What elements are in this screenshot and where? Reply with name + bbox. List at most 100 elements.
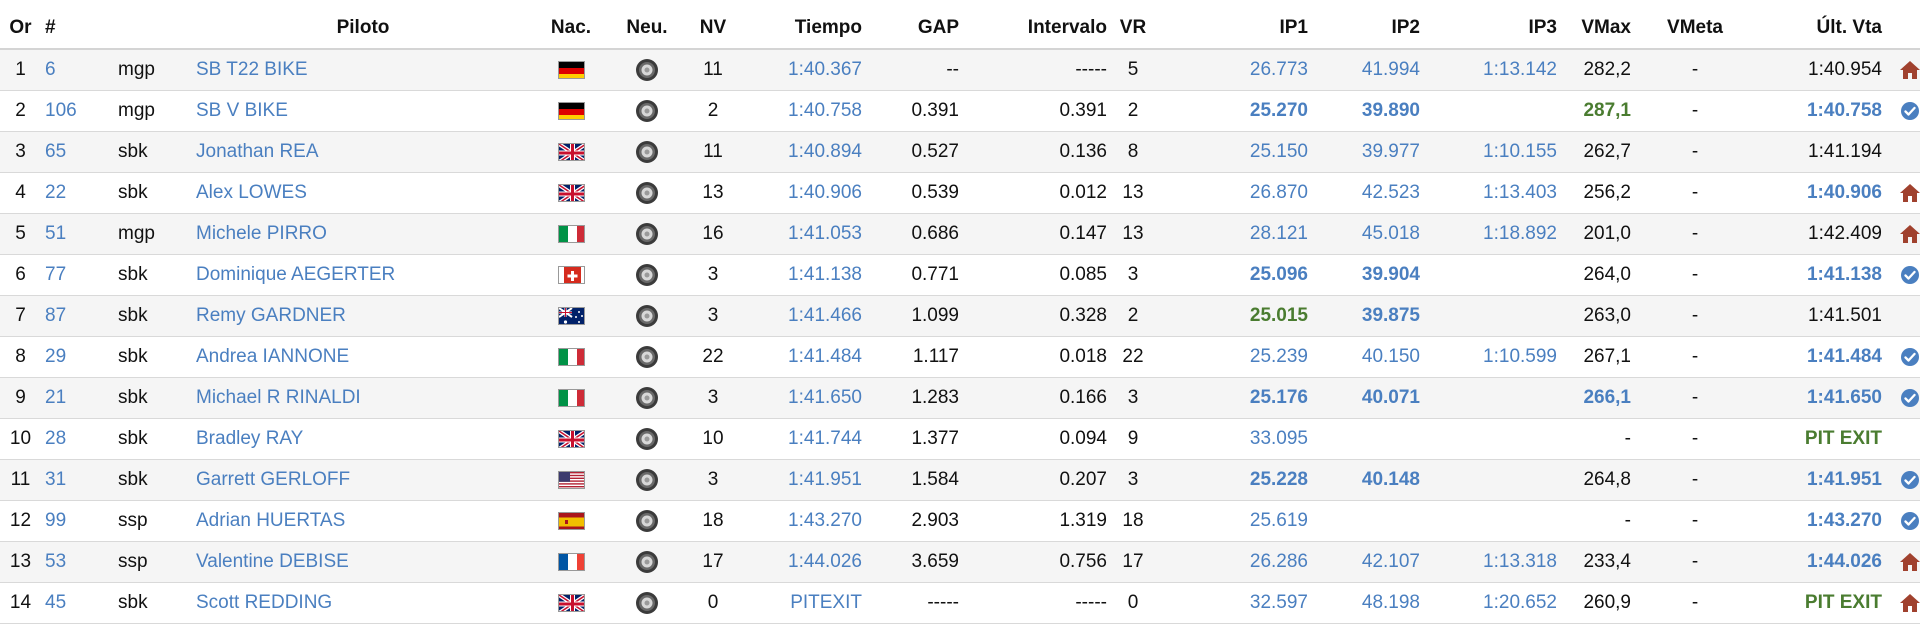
check-icon[interactable] [1899, 469, 1920, 490]
split-ip1-cell[interactable]: 25.619 [1151, 501, 1316, 542]
best-time-link[interactable]: 1:40.894 [740, 132, 870, 173]
check-icon[interactable] [1899, 510, 1920, 531]
rider-number-link[interactable]: 99 [41, 501, 114, 542]
split-ip1-cell[interactable]: 32.597 [1151, 583, 1316, 624]
split-ip1-cell[interactable]: 26.870 [1151, 173, 1316, 214]
split-ip2-cell[interactable]: 40.150 [1316, 337, 1428, 378]
best-time-link[interactable]: 1:41.466 [740, 296, 870, 337]
best-time-link[interactable]: 1:40.758 [740, 91, 870, 132]
header-last-lap[interactable]: Últ. Vta [1751, 8, 1890, 49]
pilot-name-link[interactable]: Garrett GERLOFF [192, 460, 534, 501]
check-icon[interactable] [1899, 100, 1920, 121]
table-row[interactable]: 677sbkDominique AEGERTER31:41.1380.7710.… [0, 255, 1920, 296]
split-ip2-cell[interactable] [1316, 501, 1428, 542]
status-icon-cell[interactable] [1890, 542, 1920, 583]
rider-number-link[interactable]: 29 [41, 337, 114, 378]
split-ip1-cell[interactable]: 25.176 [1151, 378, 1316, 419]
status-icon-cell[interactable] [1890, 49, 1920, 91]
rider-number-link[interactable]: 51 [41, 214, 114, 255]
split-ip2-cell[interactable]: 40.148 [1316, 460, 1428, 501]
status-icon-cell[interactable] [1890, 173, 1920, 214]
split-ip3-cell[interactable]: 1:13.142 [1428, 49, 1565, 91]
header-interval[interactable]: Intervalo [967, 8, 1115, 49]
rider-number-link[interactable]: 53 [41, 542, 114, 583]
table-row[interactable]: 2106mgpSB V BIKE21:40.7580.3910.391225.2… [0, 91, 1920, 132]
split-ip2-cell[interactable]: 39.977 [1316, 132, 1428, 173]
split-ip3-cell[interactable]: 1:13.403 [1428, 173, 1565, 214]
check-icon[interactable] [1899, 346, 1920, 367]
split-ip3-cell[interactable] [1428, 501, 1565, 542]
rider-number-link[interactable]: 28 [41, 419, 114, 460]
pilot-name-link[interactable]: SB V BIKE [192, 91, 534, 132]
split-ip3-cell[interactable] [1428, 378, 1565, 419]
split-ip2-cell[interactable]: 39.890 [1316, 91, 1428, 132]
pilot-name-link[interactable]: Scott REDDING [192, 583, 534, 624]
rider-number-link[interactable]: 21 [41, 378, 114, 419]
best-time-link[interactable]: 1:41.744 [740, 419, 870, 460]
home-icon[interactable] [1899, 59, 1920, 80]
pilot-name-link[interactable]: Alex LOWES [192, 173, 534, 214]
split-ip3-cell[interactable] [1428, 91, 1565, 132]
split-ip1-cell[interactable]: 26.286 [1151, 542, 1316, 583]
status-icon-cell[interactable] [1890, 583, 1920, 624]
best-time-link[interactable]: PITEXIT [740, 583, 870, 624]
split-ip1-cell[interactable]: 26.773 [1151, 49, 1316, 91]
split-ip3-cell[interactable] [1428, 460, 1565, 501]
header-number[interactable]: # [41, 8, 114, 49]
rider-number-link[interactable]: 77 [41, 255, 114, 296]
table-row[interactable]: 1028sbkBradley RAY101:41.7441.3770.09493… [0, 419, 1920, 460]
split-ip1-cell[interactable]: 25.096 [1151, 255, 1316, 296]
table-row[interactable]: 921sbkMichael R RINALDI31:41.6501.2830.1… [0, 378, 1920, 419]
header-time[interactable]: Tiempo [740, 8, 870, 49]
table-row[interactable]: 1445sbkScott REDDING0PITEXIT----------03… [0, 583, 1920, 624]
status-icon-cell[interactable] [1890, 255, 1920, 296]
split-ip2-cell[interactable]: 40.071 [1316, 378, 1428, 419]
split-ip1-cell[interactable]: 25.015 [1151, 296, 1316, 337]
header-best-lap[interactable]: VR [1115, 8, 1151, 49]
best-time-link[interactable]: 1:44.026 [740, 542, 870, 583]
split-ip1-cell[interactable]: 25.150 [1151, 132, 1316, 173]
status-icon-cell[interactable] [1890, 214, 1920, 255]
status-icon-cell[interactable] [1890, 501, 1920, 542]
rider-number-link[interactable]: 87 [41, 296, 114, 337]
pilot-name-link[interactable]: Remy GARDNER [192, 296, 534, 337]
split-ip1-cell[interactable]: 25.270 [1151, 91, 1316, 132]
split-ip3-cell[interactable]: 1:18.892 [1428, 214, 1565, 255]
split-ip3-cell[interactable]: 1:13.318 [1428, 542, 1565, 583]
home-icon[interactable] [1899, 182, 1920, 203]
table-row[interactable]: 1299sspAdrian HUERTAS181:43.2702.9031.31… [0, 501, 1920, 542]
pilot-name-link[interactable]: Adrian HUERTAS [192, 501, 534, 542]
split-ip3-cell[interactable]: 1:10.599 [1428, 337, 1565, 378]
rider-number-link[interactable]: 65 [41, 132, 114, 173]
pilot-name-link[interactable]: Andrea IANNONE [192, 337, 534, 378]
status-icon-cell[interactable] [1890, 91, 1920, 132]
table-row[interactable]: 365sbkJonathan REA111:40.8940.5270.13682… [0, 132, 1920, 173]
header-ip3[interactable]: IP3 [1428, 8, 1565, 49]
table-row[interactable]: 422sbkAlex LOWES131:40.9060.5390.0121326… [0, 173, 1920, 214]
table-row[interactable]: 16mgpSB T22 BIKE111:40.367-------526.773… [0, 49, 1920, 91]
split-ip2-cell[interactable]: 48.198 [1316, 583, 1428, 624]
split-ip1-cell[interactable]: 25.228 [1151, 460, 1316, 501]
header-laps[interactable]: NV [686, 8, 740, 49]
split-ip3-cell[interactable]: 1:10.155 [1428, 132, 1565, 173]
split-ip2-cell[interactable]: 42.107 [1316, 542, 1428, 583]
split-ip2-cell[interactable]: 39.875 [1316, 296, 1428, 337]
table-row[interactable]: 829sbkAndrea IANNONE221:41.4841.1170.018… [0, 337, 1920, 378]
split-ip1-cell[interactable]: 33.095 [1151, 419, 1316, 460]
pilot-name-link[interactable]: Dominique AEGERTER [192, 255, 534, 296]
header-ip2[interactable]: IP2 [1316, 8, 1428, 49]
rider-number-link[interactable]: 45 [41, 583, 114, 624]
header-nationality[interactable]: Nac. [534, 8, 608, 49]
best-time-link[interactable]: 1:43.270 [740, 501, 870, 542]
split-ip3-cell[interactable] [1428, 296, 1565, 337]
table-row[interactable]: 787sbkRemy GARDNER31:41.4661.0990.328225… [0, 296, 1920, 337]
check-icon[interactable] [1899, 387, 1920, 408]
split-ip3-cell[interactable] [1428, 419, 1565, 460]
header-vmax[interactable]: VMax [1565, 8, 1639, 49]
best-time-link[interactable]: 1:41.650 [740, 378, 870, 419]
header-gap[interactable]: GAP [870, 8, 967, 49]
table-row[interactable]: 1131sbkGarrett GERLOFF31:41.9511.5840.20… [0, 460, 1920, 501]
split-ip2-cell[interactable]: 45.018 [1316, 214, 1428, 255]
rider-number-link[interactable]: 31 [41, 460, 114, 501]
split-ip2-cell[interactable]: 42.523 [1316, 173, 1428, 214]
